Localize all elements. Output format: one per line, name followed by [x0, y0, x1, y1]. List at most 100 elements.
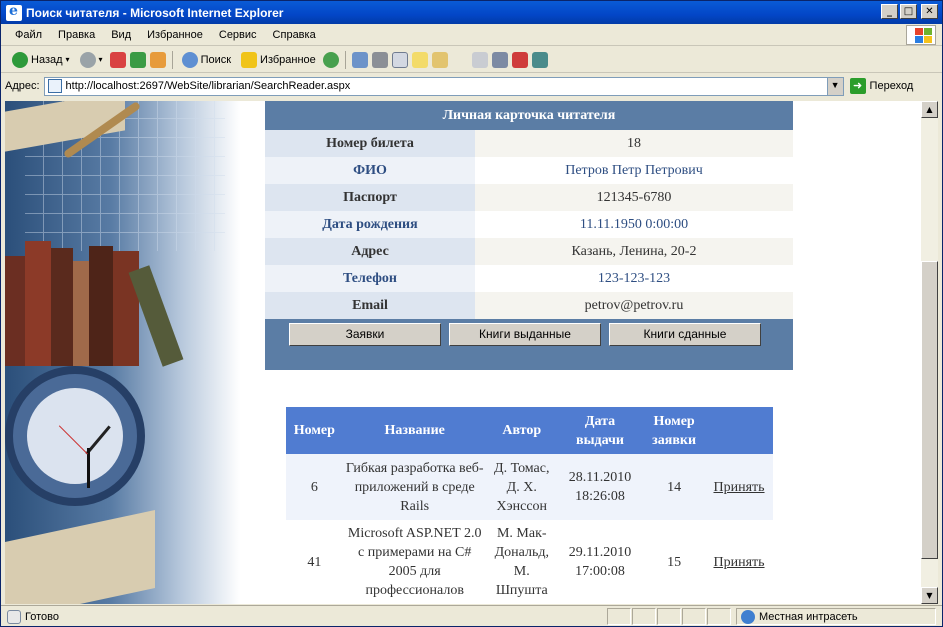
refresh-icon[interactable]: [129, 51, 146, 68]
address-bar: Адрес: http://localhost:2697/WebSite/lib…: [1, 74, 942, 98]
tools-icon[interactable]: [491, 51, 508, 68]
block-icon[interactable]: [511, 51, 528, 68]
mail-icon[interactable]: [351, 51, 368, 68]
menu-file[interactable]: Файл: [7, 29, 50, 41]
cell-title: Microsoft ASP.NET 2.0 с примерами на C# …: [342, 520, 487, 604]
back-button[interactable]: Назад ▾: [9, 51, 73, 68]
menu-help[interactable]: Справка: [265, 29, 324, 41]
cell-author: Д. Томас, Д. Х. Хэнссон: [486, 454, 557, 520]
card-label: Номер билета: [265, 130, 475, 157]
card-value: 18: [475, 130, 793, 157]
scroll-thumb[interactable]: [921, 261, 938, 559]
cell-date: 29.11.2010 17:00:08: [556, 520, 644, 604]
search-icon: [181, 51, 198, 68]
cell-number: 6: [286, 454, 343, 520]
favorites-button[interactable]: Избранное: [238, 51, 319, 68]
cell-request: 15: [643, 520, 706, 604]
edit-icon[interactable]: [391, 51, 408, 68]
window-title: Поиск читателя - Microsoft Internet Expl…: [26, 5, 284, 20]
home-icon[interactable]: [149, 51, 166, 68]
card-value: 11.11.1950 0:00:00: [475, 211, 793, 238]
column-header: Номер: [286, 407, 343, 454]
menu-view[interactable]: Вид: [103, 29, 139, 41]
card-row-name: ФИО Петров Петр Петрович: [265, 157, 793, 184]
address-label: Адрес:: [5, 80, 40, 92]
card-row-email: Email petrov@petrov.ru: [265, 292, 793, 319]
card-row-ticket: Номер билета 18: [265, 130, 793, 157]
scroll-down-icon[interactable]: ▼: [921, 587, 938, 604]
go-arrow-icon: ➜: [849, 78, 866, 94]
page-icon: [47, 79, 62, 93]
status-bar: Готово Местная интрасеть: [1, 605, 942, 627]
address-dropdown-icon[interactable]: ▼: [826, 77, 843, 95]
card-value: petrov@petrov.ru: [475, 292, 793, 319]
cell-date: 28.11.2010 18:26:08: [556, 454, 644, 520]
intranet-icon: [741, 609, 755, 624]
accept-link[interactable]: Принять: [713, 555, 764, 570]
discuss-icon[interactable]: [411, 51, 428, 68]
print-icon[interactable]: [371, 51, 388, 68]
table-header-row: Номер Название Автор Дата выдачи Номер з…: [286, 407, 773, 454]
messenger-icon[interactable]: [431, 51, 448, 68]
card-label: Email: [265, 292, 475, 319]
status-text: Готово: [25, 610, 59, 623]
issued-books-button[interactable]: Книги выданные: [449, 323, 601, 346]
accept-link[interactable]: Принять: [713, 480, 764, 495]
table-row: 41 Microsoft ASP.NET 2.0 с примерами на …: [286, 520, 773, 604]
card-label: Паспорт: [265, 184, 475, 211]
card-value: 121345-6780: [475, 184, 793, 211]
forward-arrow-icon: [79, 51, 96, 68]
go-button[interactable]: ➜ Переход: [849, 78, 913, 94]
library-illustration: [5, 101, 240, 604]
card-label: Телефон: [265, 265, 475, 292]
cell-author: М. Мак-Дональд, М. Шпушта: [486, 520, 557, 604]
card-row-passport: Паспорт 121345-6780: [265, 184, 793, 211]
card-label: ФИО: [265, 157, 475, 184]
cell-number: 41: [286, 520, 343, 604]
address-url: http://localhost:2697/WebSite/librarian/…: [65, 80, 351, 92]
cell-title: Гибкая разработка веб-приложений в среде…: [342, 454, 487, 520]
returned-books-button[interactable]: Книги сданные: [609, 323, 761, 346]
column-header: Название: [342, 407, 487, 454]
card-row-address: Адрес Казань, Ленина, 20-2: [265, 238, 793, 265]
vertical-scrollbar[interactable]: ▲ ▼: [921, 101, 938, 604]
scroll-up-icon[interactable]: ▲: [921, 101, 938, 118]
card-value: 123-123-123: [475, 265, 793, 292]
column-header: Автор: [486, 407, 557, 454]
security-zone: Местная интрасеть: [736, 608, 936, 625]
card-label: Адрес: [265, 238, 475, 265]
menu-tools[interactable]: Сервис: [211, 29, 265, 41]
zone-text: Местная интрасеть: [759, 610, 858, 623]
menu-edit[interactable]: Правка: [50, 29, 103, 41]
minimize-button[interactable]: _: [881, 4, 898, 19]
forward-button[interactable]: ▾: [77, 51, 106, 68]
browser-window: Поиск читателя - Microsoft Internet Expl…: [0, 0, 943, 627]
page-done-icon: [7, 609, 21, 624]
k-icon[interactable]: [471, 51, 488, 68]
column-header: Дата выдачи: [556, 407, 644, 454]
card-title: Личная карточка читателя: [442, 108, 616, 123]
requests-button[interactable]: Заявки: [289, 323, 441, 346]
card-value: Петров Петр Петрович: [475, 157, 793, 184]
menu-bar: Файл Правка Вид Избранное Сервис Справка: [1, 24, 942, 46]
card-row-phone: Телефон 123-123-123: [265, 265, 793, 292]
ie-icon: [6, 3, 22, 21]
menu-favorites[interactable]: Избранное: [139, 29, 211, 41]
stop-icon[interactable]: [109, 51, 126, 68]
table-row: 6 Гибкая разработка веб-приложений в сре…: [286, 454, 773, 520]
issued-books-table: Номер Название Автор Дата выдачи Номер з…: [286, 407, 773, 604]
media-icon[interactable]: [322, 51, 339, 68]
reader-card: Личная карточка читателя Номер билета 18 …: [265, 101, 793, 370]
page-content: Личная карточка читателя Номер билета 18 …: [5, 101, 921, 604]
toolbar: Назад ▾ ▾ Поиск Избранное: [1, 47, 942, 73]
card-label: Дата рождения: [265, 211, 475, 238]
address-input[interactable]: http://localhost:2697/WebSite/librarian/…: [43, 76, 844, 96]
cell-request: 14: [643, 454, 706, 520]
column-header: Номер заявки: [643, 407, 706, 454]
card-value: Казань, Ленина, 20-2: [475, 238, 793, 265]
maximize-button[interactable]: □: [900, 4, 917, 19]
column-header: [705, 407, 773, 454]
network-icon[interactable]: [531, 51, 548, 68]
search-button[interactable]: Поиск: [179, 51, 234, 68]
close-button[interactable]: ✕: [921, 4, 938, 19]
